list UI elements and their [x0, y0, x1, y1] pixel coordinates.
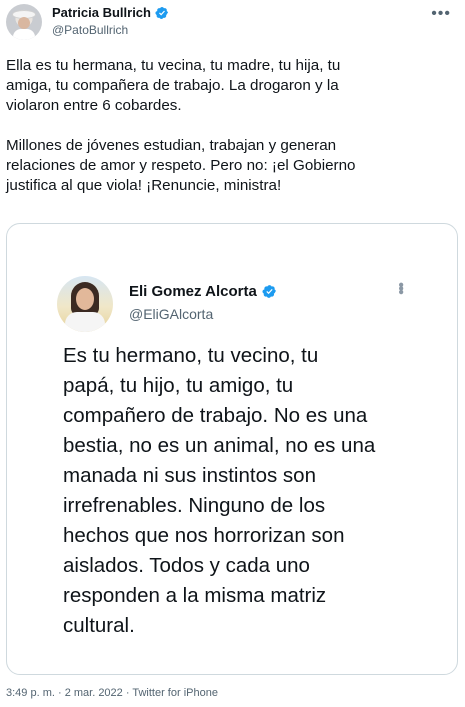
- embedded-tweet-image[interactable]: Eli Gomez Alcorta @EliGAlcorta ••• Es tu…: [6, 223, 458, 675]
- author-name-row: Patricia Bullrich: [52, 5, 169, 20]
- verified-badge-icon: [155, 6, 168, 19]
- embedded-avatar-face: [76, 288, 94, 310]
- author-avatar[interactable]: [6, 4, 42, 40]
- embedded-avatar-shirt: [65, 312, 105, 332]
- embedded-author-avatar: [57, 276, 113, 332]
- author-handle[interactable]: @PatoBullrich: [52, 23, 128, 37]
- more-vertical-icon: •••: [392, 282, 409, 293]
- embedded-verified-badge-icon: [262, 285, 276, 298]
- tweet-header: Patricia Bullrich @PatoBullrich •••: [0, 0, 465, 50]
- author-display-name[interactable]: Patricia Bullrich: [52, 5, 151, 20]
- embedded-tweet-screenshot: Eli Gomez Alcorta @EliGAlcorta ••• Es tu…: [7, 224, 457, 674]
- avatar-face: [18, 17, 30, 29]
- tweet-timestamp[interactable]: 3:49 p. m. · 2 mar. 2022 · Twitter for i…: [6, 687, 218, 699]
- tweet-text: Ella es tu hermana, tu vecina, tu madre,…: [6, 57, 356, 194]
- embedded-author-handle: @EliGAlcorta: [129, 306, 214, 322]
- embedded-tweet-text: Es tu hermano, tu vecino, tu papá, tu hi…: [63, 344, 376, 637]
- avatar-body: [13, 29, 35, 40]
- embedded-author-display-name: Eli Gomez Alcorta: [129, 283, 257, 300]
- embedded-author-name-row: Eli Gomez Alcorta: [129, 283, 277, 300]
- more-horizontal-icon[interactable]: •••: [431, 6, 451, 22]
